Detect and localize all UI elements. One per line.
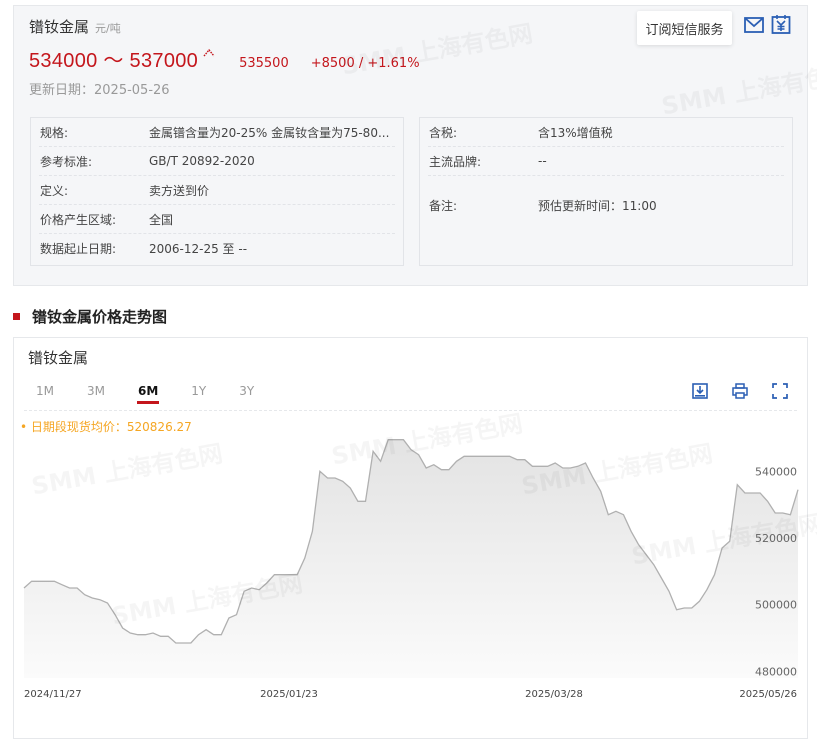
section-title: 镨钕金属价格走势图 bbox=[32, 308, 168, 326]
spec-label: 备注: bbox=[429, 198, 458, 213]
price-change: +8500 / +1.61% bbox=[310, 56, 420, 71]
average-price: 535500 bbox=[239, 56, 289, 71]
spec-value: 2006-12-25 至 -- bbox=[149, 242, 248, 256]
update-date-label: 更新日期： bbox=[29, 83, 95, 98]
spec-row: 价格产生区域: 全国 bbox=[39, 205, 395, 234]
spec-table-right: 含税: 含13%增值税 主流品牌: -- 备注: 预估更新时间：11:00 bbox=[419, 117, 793, 266]
product-title: 镨钕金属 bbox=[29, 18, 90, 36]
trend-up-icon bbox=[203, 48, 215, 57]
spec-value: 预估更新时间：11:00 bbox=[538, 198, 657, 213]
spec-row: 数据起止日期: 2006-12-25 至 -- bbox=[39, 234, 395, 263]
spec-value: GB/T 20892-2020 bbox=[149, 154, 255, 168]
spec-label: 定义: bbox=[40, 183, 69, 198]
spec-label: 价格产生区域: bbox=[40, 212, 117, 227]
price-range: 534000 ～ 537000 bbox=[29, 50, 199, 72]
spec-label: 含税: bbox=[429, 125, 458, 140]
x-tick-label: 2025/03/28 bbox=[525, 689, 583, 700]
price-row: 534000 ～ 537000 535500 +8500 / +1.61% bbox=[29, 44, 420, 73]
spec-row: 参考标准: GB/T 20892-2020 bbox=[39, 147, 395, 176]
spec-label: 主流品牌: bbox=[429, 154, 482, 169]
spec-value: 卖方送到价 bbox=[149, 183, 210, 198]
section-heading: 镨钕金属价格走势图 bbox=[13, 306, 167, 327]
x-tick-label: 2024/11/27 bbox=[24, 689, 82, 700]
subscribe-sms-button[interactable]: 订阅短信服务 bbox=[637, 11, 732, 45]
price-trend-chart: 480000 500000 520000 540000 2024/11/27 2025/… bbox=[23, 439, 799, 700]
spec-row: 备注: 预估更新时间：11:00 bbox=[428, 176, 784, 234]
mail-icon[interactable] bbox=[743, 14, 765, 36]
spec-value: 全国 bbox=[149, 212, 174, 227]
spec-table-left: 规格: 金属镨含量为20-25% 金属钕含量为75-80... 参考标准: GB… bbox=[30, 117, 404, 266]
y-tick-label: 520000 bbox=[755, 532, 797, 545]
update-date-value: 2025-05-26 bbox=[94, 83, 170, 98]
spec-value: 含13%增值税 bbox=[538, 125, 613, 140]
y-tick-label: 500000 bbox=[755, 599, 797, 612]
chart-card: 镨钕金属 1M 3M 6M 1Y 3Y • 日期段现货均价：520826.27 … bbox=[13, 337, 808, 739]
product-unit: 元/吨 bbox=[95, 22, 121, 35]
spec-label: 规格: bbox=[40, 125, 69, 140]
x-tick-label: 2025/01/23 bbox=[260, 689, 318, 700]
spec-row: 含税: 含13%增值税 bbox=[428, 118, 784, 147]
x-tick-label: 2025/05/26 bbox=[739, 689, 797, 700]
spec-label: 参考标准: bbox=[40, 154, 93, 169]
spec-row: 主流品牌: -- bbox=[428, 147, 784, 176]
spec-label: 数据起止日期: bbox=[40, 242, 117, 256]
spec-row: 定义: 卖方送到价 bbox=[39, 176, 395, 205]
favorite-stamp-icon[interactable] bbox=[770, 14, 792, 36]
price-info-card: 镨钕金属 元/吨 534000 ～ 537000 535500 +8500 / … bbox=[13, 5, 808, 286]
price-area bbox=[24, 439, 798, 678]
update-date: 更新日期：2025-05-26 bbox=[29, 79, 170, 98]
spec-row: 规格: 金属镨含量为20-25% 金属钕含量为75-80... bbox=[39, 118, 395, 147]
title-row: 镨钕金属 元/吨 bbox=[29, 16, 121, 37]
y-tick-label: 480000 bbox=[755, 665, 797, 678]
section-marker bbox=[13, 313, 20, 320]
spec-value: 金属镨含量为20-25% 金属钕含量为75-80... bbox=[149, 125, 390, 140]
spec-value: -- bbox=[538, 154, 547, 168]
y-tick-label: 540000 bbox=[755, 465, 797, 478]
